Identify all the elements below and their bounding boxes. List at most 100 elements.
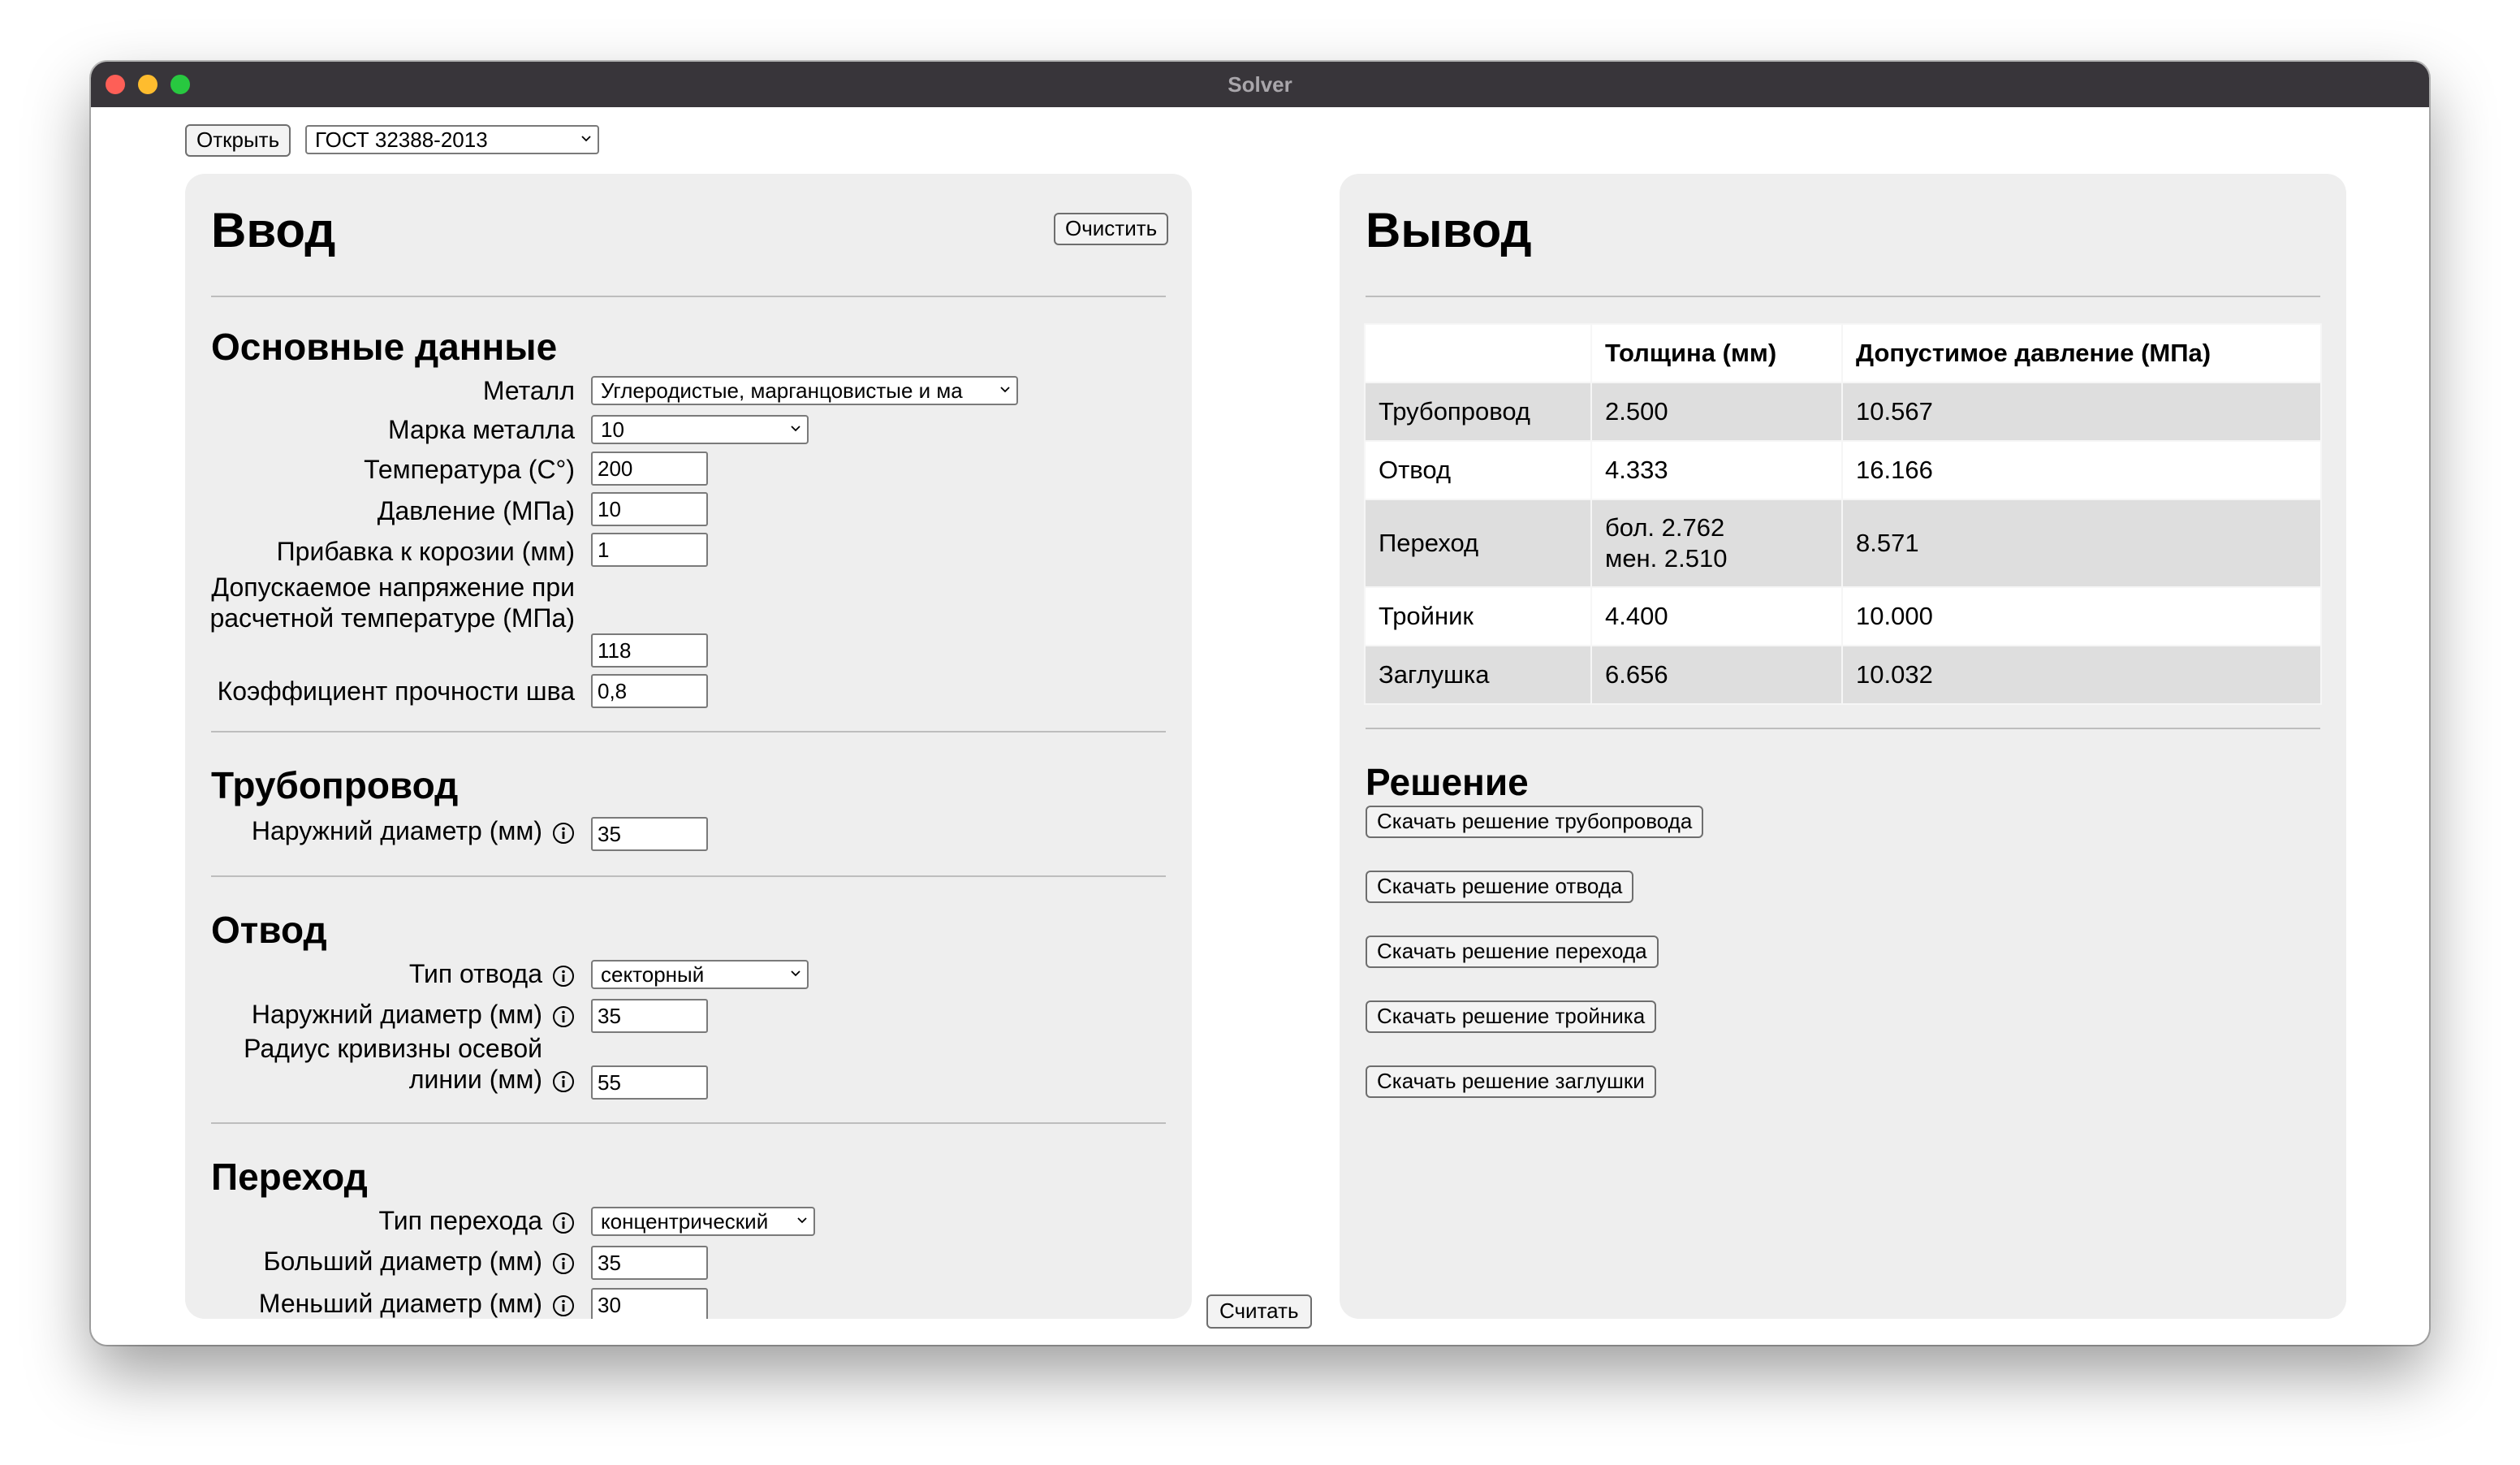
clear-button[interactable]: Очистить <box>1054 213 1169 245</box>
reducer-type-label: Тип перехода <box>378 1206 542 1235</box>
grade-select[interactable]: 10 <box>591 415 809 444</box>
input-title: Ввод <box>211 203 336 257</box>
solution-title: Решение <box>1366 761 1529 803</box>
standard-select[interactable]: ГОСТ 32388-2013 <box>305 125 599 154</box>
bend-type-label: Тип отвода <box>408 959 542 988</box>
pipeline-title: Трубопровод <box>211 764 459 806</box>
table-cell: Отвод <box>1364 440 1592 500</box>
corrosion-input[interactable]: 1 <box>591 533 708 567</box>
table-cell: 8.571 <box>1841 499 2322 588</box>
table-row: Отвод 4.333 16.166 <box>1364 440 2322 500</box>
reducer-title: Переход <box>211 1156 368 1198</box>
table-cell: 2.500 <box>1590 382 1843 442</box>
table-row: Тройник 4.400 10.000 <box>1364 586 2322 646</box>
divider <box>211 875 1166 877</box>
divider <box>211 296 1166 297</box>
bend-diameter-input[interactable]: 35 <box>591 999 708 1033</box>
bend-radius-label: Радиус кривизны осевой линии (мм) <box>244 1034 542 1094</box>
info-icon[interactable] <box>552 1070 575 1093</box>
metal-label: Металл <box>482 376 575 405</box>
table-header <box>1364 323 1592 383</box>
input-panel: Ввод Очистить Основные данные Металл Угл… <box>185 174 1192 1319</box>
info-icon[interactable] <box>552 965 575 987</box>
reducer-small-input[interactable]: 30 <box>591 1288 708 1319</box>
table-cell: Трубопровод <box>1364 382 1592 442</box>
table-cell: 4.333 <box>1590 440 1843 500</box>
corrosion-label: Прибавка к корозии (мм) <box>276 537 575 566</box>
info-icon[interactable] <box>552 1212 575 1234</box>
table-cell: бол. 2.762 мен. 2.510 <box>1590 499 1843 588</box>
temperature-input[interactable]: 200 <box>591 452 708 486</box>
chevron-down-icon <box>797 1217 807 1224</box>
table-row: Трубопровод 2.500 10.567 <box>1364 382 2322 442</box>
stress-label: Допускаемое напряжение при расчетной тем… <box>209 573 575 633</box>
bend-type-select-value: секторный <box>601 962 705 987</box>
chevron-down-icon <box>1000 387 1010 393</box>
app-window: Solver Открыть ГОСТ 32388-2013 Ввод Очис… <box>91 62 2429 1345</box>
pipeline-diameter-input[interactable]: 35 <box>591 817 708 851</box>
reducer-large-label: Больший диаметр (мм) <box>263 1247 542 1276</box>
chevron-down-icon <box>581 136 591 142</box>
results-table: Толщина (мм) Допустимое давление (МПа) Т… <box>1364 323 2322 705</box>
divider <box>1366 296 2320 297</box>
grade-label: Марка металла <box>388 415 575 444</box>
thickness-small-value: мен. 2.510 <box>1605 544 1728 573</box>
reducer-large-input[interactable]: 35 <box>591 1246 708 1280</box>
table-cell: Переход <box>1364 499 1592 588</box>
reducer-type-select[interactable]: концентрический <box>591 1207 815 1236</box>
bend-title: Отвод <box>211 909 327 951</box>
thickness-big-value: бол. 2.762 <box>1605 513 1725 542</box>
output-panel: Вывод Толщина (мм) Допустимое давление (… <box>1340 174 2346 1319</box>
info-icon[interactable] <box>552 1252 575 1275</box>
stress-input[interactable]: 118 <box>591 633 708 668</box>
grade-select-value: 10 <box>601 417 624 442</box>
divider <box>211 731 1166 732</box>
table-row: Заглушка 6.656 10.032 <box>1364 645 2322 705</box>
app-content: Открыть ГОСТ 32388-2013 Ввод Очистить Ос… <box>91 107 2429 1345</box>
weld-input[interactable]: 0,8 <box>591 674 708 708</box>
download-tee-button[interactable]: Скачать решение тройника <box>1366 1000 1657 1033</box>
open-button[interactable]: Открыть <box>185 124 291 157</box>
table-row: Переход бол. 2.762 мен. 2.510 8.571 <box>1364 499 2322 588</box>
table-cell: 16.166 <box>1841 440 2322 500</box>
divider <box>1366 728 2320 729</box>
title-bar: Solver <box>91 62 2429 107</box>
chevron-down-icon <box>791 426 800 432</box>
download-pipeline-button[interactable]: Скачать решение трубопровода <box>1366 806 1704 838</box>
output-title: Вывод <box>1366 203 1532 257</box>
table-cell: 10.032 <box>1841 645 2322 705</box>
bend-radius-input[interactable]: 55 <box>591 1065 708 1100</box>
download-cap-button[interactable]: Скачать решение заглушки <box>1366 1065 1656 1098</box>
temperature-label: Температура (С°) <box>364 455 575 484</box>
window-title: Solver <box>1228 72 1292 97</box>
weld-label: Коэффициент прочности шва <box>217 676 575 706</box>
pressure-input[interactable]: 10 <box>591 492 708 526</box>
pipeline-diameter-label: Наружний диаметр (мм) <box>251 816 542 845</box>
download-bend-button[interactable]: Скачать решение отвода <box>1366 871 1634 903</box>
standard-select-value: ГОСТ 32388-2013 <box>315 127 488 152</box>
table-cell: 4.400 <box>1590 586 1843 646</box>
chevron-down-icon <box>791 970 800 977</box>
bend-diameter-label: Наружний диаметр (мм) <box>251 1000 542 1029</box>
table-header-row: Толщина (мм) Допустимое давление (МПа) <box>1364 323 2322 383</box>
bend-type-select[interactable]: секторный <box>591 960 809 989</box>
table-header: Допустимое давление (МПа) <box>1841 323 2322 383</box>
table-cell: Заглушка <box>1364 645 1592 705</box>
table-cell: 10.000 <box>1841 586 2322 646</box>
calculate-button[interactable]: Считать <box>1206 1294 1312 1329</box>
pressure-label: Давление (МПа) <box>377 496 575 525</box>
table-cell: 10.567 <box>1841 382 2322 442</box>
basic-data-title: Основные данные <box>211 326 558 368</box>
download-reducer-button[interactable]: Скачать решение перехода <box>1366 936 1659 968</box>
reducer-type-select-value: концентрический <box>601 1209 769 1234</box>
info-icon[interactable] <box>552 1005 575 1028</box>
metal-select[interactable]: Углеродистые, марганцовистые и ма <box>591 376 1018 405</box>
metal-select-value: Углеродистые, марганцовистые и ма <box>601 378 963 403</box>
table-cell: 6.656 <box>1590 645 1843 705</box>
info-icon[interactable] <box>552 822 575 845</box>
table-cell: Тройник <box>1364 586 1592 646</box>
divider <box>211 1122 1166 1124</box>
reducer-small-label: Меньший диаметр (мм) <box>258 1289 542 1318</box>
info-icon[interactable] <box>552 1294 575 1317</box>
table-header: Толщина (мм) <box>1590 323 1843 383</box>
